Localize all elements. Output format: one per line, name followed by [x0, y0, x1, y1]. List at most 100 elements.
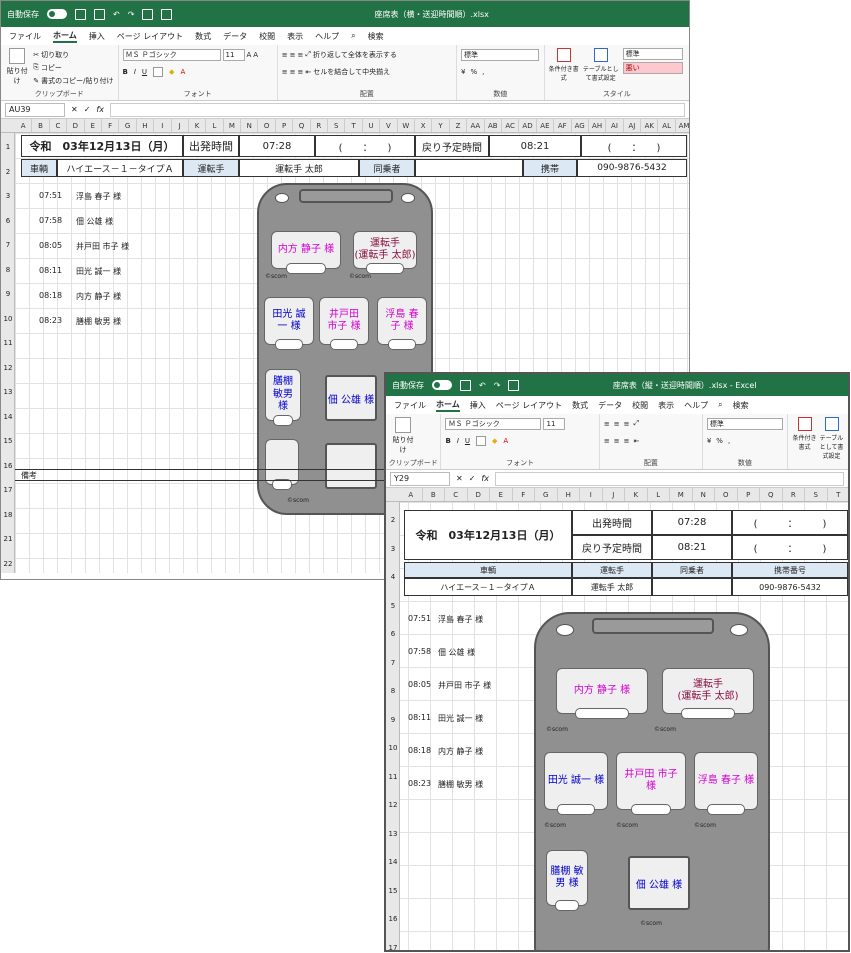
column-header[interactable]: S: [805, 488, 828, 501]
name-box[interactable]: Y29: [390, 471, 450, 486]
seat-row2-left[interactable]: 田光 誠 一 様: [264, 297, 314, 350]
tab-data[interactable]: データ: [598, 400, 622, 411]
row-header[interactable]: 11: [1, 339, 15, 347]
align-middle-icon[interactable]: ≡: [290, 51, 296, 59]
column-header[interactable]: P: [276, 119, 294, 132]
align-left-icon[interactable]: ≡: [604, 437, 610, 445]
companion-cell[interactable]: [652, 578, 732, 596]
format-painter-button[interactable]: ✎ 書式のコピー/貼り付け: [33, 74, 113, 87]
seat-row2-left[interactable]: 田光 誠一 様: [544, 752, 608, 815]
wrap-text-button[interactable]: 折り返して全体を表示する: [313, 50, 397, 60]
fill-color-icon[interactable]: ◆: [169, 68, 174, 76]
font-color-icon[interactable]: A: [503, 437, 508, 445]
column-header[interactable]: A: [400, 488, 423, 501]
column-header[interactable]: AI: [606, 119, 624, 132]
row-header[interactable]: 17: [1, 486, 15, 494]
row-header[interactable]: 5: [386, 602, 400, 610]
column-header[interactable]: AD: [519, 119, 537, 132]
wheelchair-2[interactable]: [325, 443, 377, 489]
wheelchair-1[interactable]: 佃 公雄 様: [325, 375, 377, 421]
column-header[interactable]: Q: [760, 488, 783, 501]
font-size-select[interactable]: 11: [222, 48, 245, 61]
column-header[interactable]: M: [670, 488, 693, 501]
align-center-icon[interactable]: ≡: [290, 68, 296, 76]
cancel-icon[interactable]: ✕: [456, 474, 463, 483]
return-actual[interactable]: ( ： ): [581, 135, 687, 157]
row-header[interactable]: 12: [1, 364, 15, 372]
align-top-icon[interactable]: ≡: [604, 420, 610, 428]
column-header[interactable]: K: [625, 488, 648, 501]
tab-formulas[interactable]: 数式: [195, 31, 211, 42]
seat-driver[interactable]: 運転手 (運転手 太郎): [662, 668, 754, 719]
seat-driver[interactable]: 運転手 (運転手 太郎): [353, 231, 417, 274]
column-header[interactable]: T: [345, 119, 363, 132]
bold-icon[interactable]: B: [123, 68, 128, 76]
row-header[interactable]: 15: [386, 887, 400, 895]
column-header[interactable]: AE: [537, 119, 555, 132]
column-header[interactable]: I: [154, 119, 172, 132]
column-header[interactable]: AK: [641, 119, 659, 132]
format-as-table-button[interactable]: テーブルとして書式設定: [819, 417, 844, 466]
shrink-font-icon[interactable]: A: [253, 51, 258, 59]
column-header[interactable]: H: [558, 488, 580, 501]
number-format-select[interactable]: 標準: [461, 48, 539, 61]
percent-icon[interactable]: %: [716, 437, 723, 445]
indent-icon[interactable]: ⇤: [305, 68, 311, 76]
orientation-icon[interactable]: ⤢: [305, 50, 311, 59]
column-header[interactable]: AG: [572, 119, 589, 132]
return-actual[interactable]: ( ： ): [732, 535, 848, 560]
paste-button[interactable]: 貼り付け: [390, 417, 416, 455]
tab-insert[interactable]: 挿入: [89, 31, 105, 42]
style-bad[interactable]: 悪い: [622, 62, 683, 74]
column-header[interactable]: J: [603, 488, 625, 501]
autosave-toggle[interactable]: [47, 9, 67, 19]
column-header[interactable]: I: [580, 488, 603, 501]
align-right-icon[interactable]: ≡: [298, 68, 304, 76]
column-header[interactable]: C: [50, 119, 68, 132]
redo-icon[interactable]: ↷: [494, 381, 501, 390]
driver-cell[interactable]: 運転手 太郎: [572, 578, 652, 596]
italic-icon[interactable]: I: [134, 68, 136, 76]
column-header[interactable]: AH: [589, 119, 607, 132]
tab-insert[interactable]: 挿入: [470, 400, 486, 411]
tab-page-layout[interactable]: ページ レイアウト: [496, 400, 562, 411]
column-header[interactable]: AF: [554, 119, 572, 132]
font-name-select[interactable]: ＭＳ Ｐゴシック: [445, 417, 542, 430]
seat-front-left[interactable]: 内方 静子 様: [271, 231, 341, 274]
format-as-table-button[interactable]: テーブルとして書式設定: [583, 48, 619, 82]
camera-icon[interactable]: [508, 379, 520, 391]
style-standard[interactable]: 標準: [622, 48, 683, 60]
align-bottom-icon[interactable]: ≡: [624, 420, 630, 428]
row-header[interactable]: 7: [1, 241, 15, 249]
column-header[interactable]: O: [258, 119, 276, 132]
save-as-icon[interactable]: [94, 8, 105, 20]
row-header[interactable]: 9: [386, 716, 400, 724]
align-middle-icon[interactable]: ≡: [614, 420, 620, 428]
percent-icon[interactable]: %: [470, 68, 477, 76]
save-icon[interactable]: [460, 379, 471, 391]
wheelchair-1[interactable]: 佃 公雄 様: [628, 856, 690, 910]
tab-formulas[interactable]: 数式: [572, 400, 588, 411]
row-header[interactable]: 13: [1, 388, 15, 396]
column-header[interactable]: J: [172, 119, 189, 132]
tab-view[interactable]: 表示: [658, 400, 674, 411]
enter-icon[interactable]: ✓: [84, 105, 91, 114]
column-header[interactable]: X: [415, 119, 433, 132]
column-header[interactable]: D: [468, 488, 490, 501]
column-header[interactable]: V: [380, 119, 398, 132]
driver-cell[interactable]: 運転手 太郎: [239, 159, 359, 177]
align-left-icon[interactable]: ≡: [282, 68, 288, 76]
column-header[interactable]: O: [715, 488, 738, 501]
column-header[interactable]: K: [189, 119, 207, 132]
depart-time[interactable]: 07:28: [239, 135, 315, 157]
tab-review[interactable]: 校閲: [632, 400, 648, 411]
formula-input[interactable]: [494, 471, 844, 486]
orientation-icon[interactable]: ⤢: [633, 419, 639, 428]
row-header[interactable]: 10: [1, 315, 15, 323]
row-header[interactable]: 4: [386, 573, 400, 581]
column-header[interactable]: A: [15, 119, 33, 132]
seat-row2-center[interactable]: 井戸田 市子 様: [319, 297, 369, 350]
column-header[interactable]: R: [783, 488, 805, 501]
date-cell[interactable]: 令和 03年12月13日（月）: [404, 510, 572, 560]
search-label[interactable]: 検索: [368, 31, 384, 42]
